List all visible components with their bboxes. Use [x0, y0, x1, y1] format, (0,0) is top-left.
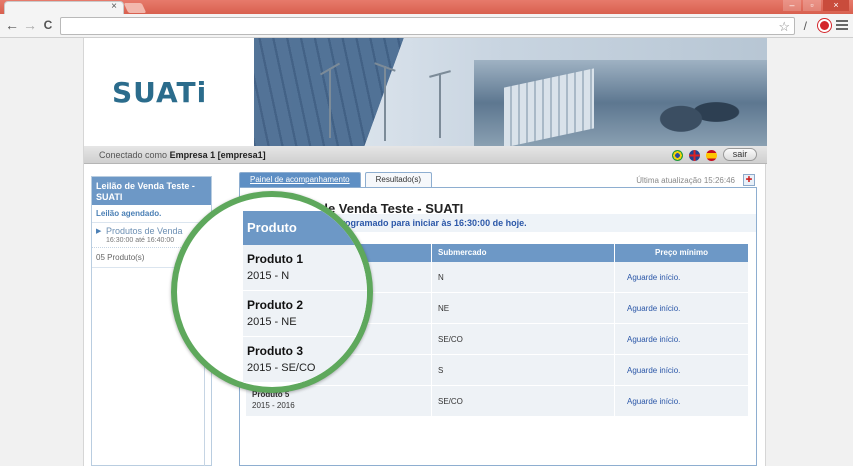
magnified-row: Produto 3 2015 - SE/CO — [243, 337, 367, 383]
opera-icon[interactable] — [818, 19, 831, 32]
col-preco: Preço mínimo — [614, 244, 748, 262]
connected-as: Conectado como Empresa 1 [empresa1] — [99, 150, 266, 160]
spain-flag-icon[interactable] — [706, 150, 717, 161]
close-window-icon[interactable]: × — [823, 0, 849, 11]
minimize-icon[interactable]: – — [783, 0, 801, 11]
close-tab-icon[interactable]: × — [111, 1, 117, 12]
maximize-icon[interactable]: ▫ — [803, 0, 821, 11]
forward-arrow-icon[interactable]: → — [22, 17, 38, 33]
magnified-row: Produto 1 2015 - N — [243, 245, 367, 291]
main-tabs: Painel de acompanhamento Resultado(s) — [239, 172, 432, 187]
tab-painel[interactable]: Painel de acompanhamento — [239, 172, 361, 187]
brazil-flag-icon[interactable] — [672, 150, 683, 161]
address-bar[interactable]: ☆ — [60, 17, 795, 35]
magnified-product-column: Produto Produto 1 2015 - N Produto 2 201… — [243, 211, 367, 383]
logo-panel: SUATi — [84, 38, 254, 146]
menu-icon[interactable] — [836, 20, 848, 31]
bookmark-star-icon[interactable]: ☆ — [778, 18, 790, 35]
browser-toolbar: ← → C ☆ / — [0, 14, 853, 38]
browser-tab[interactable]: × — [4, 1, 124, 15]
reload-icon[interactable]: C — [40, 17, 56, 33]
new-tab-button[interactable] — [123, 3, 147, 13]
col-submercado: Submercado — [431, 244, 614, 262]
wrench-icon[interactable]: / — [804, 18, 807, 34]
browser-titlebar: × – ▫ × — [0, 0, 853, 15]
uk-flag-icon[interactable] — [689, 150, 700, 161]
wind-turbine-image — [329, 68, 331, 138]
arrow-right-icon: ▶ — [96, 228, 102, 235]
magnified-header: Produto — [243, 211, 367, 245]
magnified-row: Produto 2 2015 - NE — [243, 291, 367, 337]
language-flags — [672, 150, 717, 161]
back-arrow-icon[interactable]: ← — [4, 17, 20, 33]
connection-bar: Conectado como Empresa 1 [empresa1] sair — [84, 146, 767, 164]
logout-button[interactable]: sair — [723, 148, 757, 161]
magnifier-callout: Produto Produto 1 2015 - N Produto 2 201… — [171, 191, 373, 393]
window-controls: – ▫ × — [783, 0, 849, 11]
user-name: Empresa 1 [empresa1] — [169, 150, 266, 160]
sidebar-auction-title[interactable]: Leilão de Venda Teste - SUATI — [92, 177, 211, 205]
table-row[interactable]: Produto 5 2015 - 2016 SE/CO Aguarde iníci… — [246, 386, 748, 417]
header-banner: SUATi — [84, 38, 767, 146]
refresh-icon[interactable]: ✚ — [743, 174, 755, 186]
operators-image — [637, 78, 747, 146]
last-update: Última atualização 15:26:46 — [636, 176, 735, 185]
tab-resultados[interactable]: Resultado(s) — [364, 172, 432, 187]
suati-logo: SUATi — [112, 76, 208, 109]
sidebar-auction-status: Leilão agendado. — [92, 205, 211, 223]
